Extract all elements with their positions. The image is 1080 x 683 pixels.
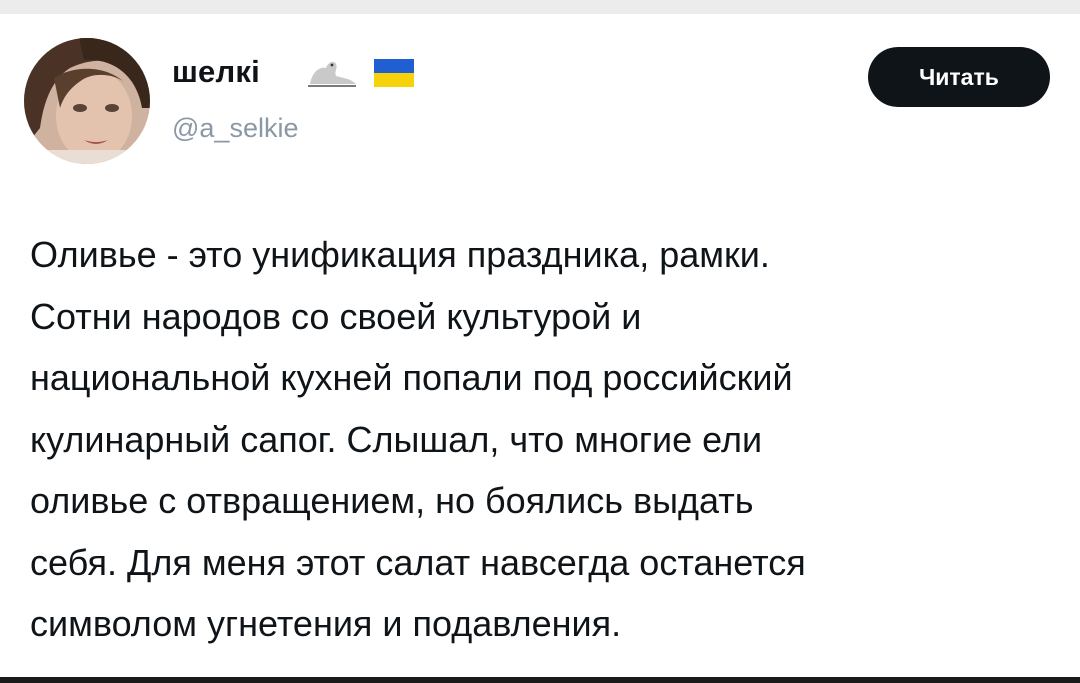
- avatar-photo: [24, 38, 150, 164]
- tweet-text-line: кулинарный сапог. Слышал, что многие ели: [30, 418, 763, 460]
- ukraine-flag-icon: [374, 59, 414, 92]
- tweet-text-line: Оливье - это унификация праздника, рамки…: [30, 234, 770, 275]
- tweet-text: Оливье - это унификация праздника, рамки…: [30, 224, 1060, 655]
- tweet-text-line: национальной кухней попали под российски…: [30, 357, 793, 398]
- seal-icon: [306, 58, 358, 93]
- bottom-divider: [0, 677, 1080, 683]
- tweet-card: шелкі @a_selkie Читать Оливье - это униф…: [0, 14, 1080, 668]
- avatar[interactable]: [24, 38, 150, 164]
- tweet-text-line: оливье с отвращением, но боялись выдать: [30, 480, 754, 521]
- author-handle[interactable]: @a_selkie: [172, 112, 298, 144]
- tweet-text-line: символом угнетения и подавления.: [30, 603, 622, 644]
- follow-button[interactable]: Читать: [868, 47, 1050, 107]
- top-divider-strip: [0, 0, 1080, 14]
- tweet-text-line: себя. Для меня этот салат навсегда остан…: [30, 541, 806, 583]
- tweet-text-line: Сотни народов со своей культурой и: [30, 295, 642, 337]
- author-display-name[interactable]: шелкі: [172, 54, 260, 90]
